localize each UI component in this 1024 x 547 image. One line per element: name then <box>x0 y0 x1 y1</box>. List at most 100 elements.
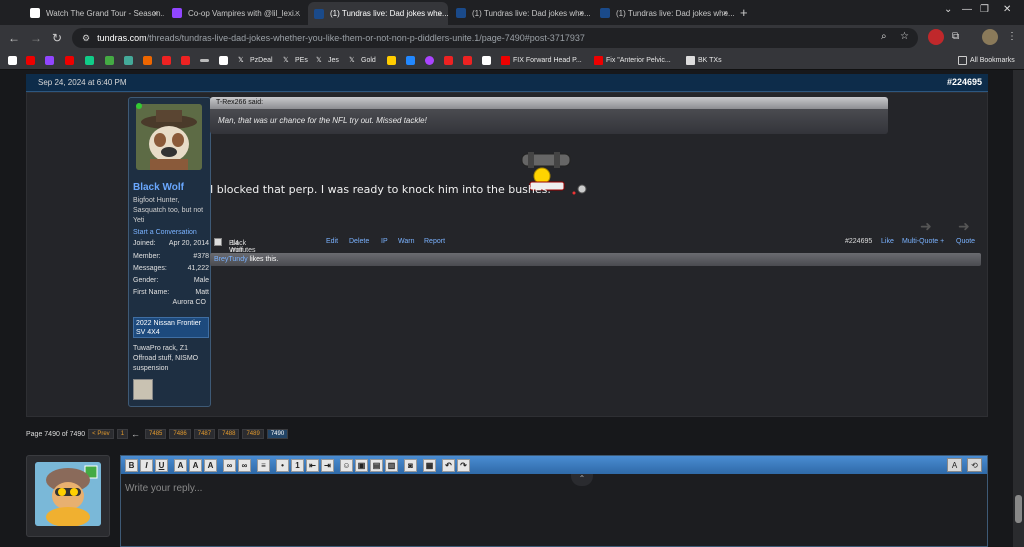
page-link[interactable]: 7485 <box>145 429 167 439</box>
like-link[interactable]: Like <box>881 238 894 245</box>
bookmark-icon[interactable] <box>124 56 133 65</box>
bookmark-icon[interactable] <box>181 56 190 65</box>
extensions-puzzle-icon[interactable]: ⧉ <box>952 31 959 42</box>
bookmark-icon[interactable] <box>444 56 453 65</box>
maximize-icon[interactable]: ❐ <box>980 4 989 15</box>
collapse-chevron-icon[interactable]: ⌃ <box>571 474 593 486</box>
bookmark-gold[interactable]: 𝕏 Gold <box>349 54 376 67</box>
remove-formatting-button[interactable]: A <box>947 458 962 472</box>
tab-search-icon[interactable]: ⌄ <box>944 4 952 15</box>
smilies-button[interactable]: ☺ <box>340 458 353 472</box>
extension-icon[interactable] <box>928 29 944 45</box>
reload-icon[interactable]: ↻ <box>52 31 62 45</box>
tab-close-icon[interactable]: × <box>437 9 442 19</box>
reply-textarea[interactable]: Write your reply... ⌃ <box>121 474 987 546</box>
multi-quote-link[interactable]: Multi-Quote + <box>902 238 944 245</box>
tab-tundras-active[interactable]: (1) Tundras live: Dad jokes whe... × <box>308 2 448 25</box>
minimize-icon[interactable]: — <box>962 4 972 15</box>
tab-twitch[interactable]: Co-op Vampires with @lil_lexi... × <box>166 3 306 23</box>
youtube-icon[interactable] <box>65 56 74 65</box>
menu-icon[interactable]: ⋮ <box>1007 31 1017 42</box>
page-link[interactable]: 7487 <box>193 429 216 439</box>
tab-close-icon[interactable]: × <box>723 8 728 18</box>
undo-button[interactable]: ↶ <box>442 458 455 472</box>
youtube-icon[interactable] <box>26 56 35 65</box>
bookmark-fix-anterior-pelvic[interactable]: Fix "Anterior Pelvic... <box>594 54 671 67</box>
bookmark-icon[interactable] <box>387 56 396 65</box>
bookmark-icon[interactable] <box>105 56 114 65</box>
bookmark-icon[interactable] <box>162 56 171 65</box>
page-jump-arrow-icon[interactable]: ← <box>131 429 140 439</box>
prev-page-button[interactable]: < Prev <box>88 429 114 439</box>
font-family-button[interactable]: A <box>204 458 217 472</box>
draft-button[interactable]: ▦ <box>423 458 436 472</box>
link-button[interactable]: ∞ <box>223 458 236 472</box>
bookmark-pzdeal[interactable]: 𝕏 PzDeal <box>238 54 273 67</box>
edit-link[interactable]: Edit <box>326 238 338 245</box>
media-button[interactable]: ▤ <box>370 458 383 472</box>
bookmark-pes[interactable]: 𝕏 PEs <box>283 54 308 67</box>
select-post-checkbox[interactable] <box>214 238 222 246</box>
redo-button[interactable]: ↷ <box>457 458 470 472</box>
tab-close-icon[interactable]: × <box>295 8 300 18</box>
tab-tundras-2[interactable]: (1) Tundras live: Dad jokes whe... × <box>450 3 590 23</box>
image-button[interactable]: ▣ <box>355 458 368 472</box>
align-button[interactable]: ≡ <box>257 458 270 472</box>
bookmark-icon[interactable] <box>463 56 472 65</box>
tab-grand-tour[interactable]: Watch The Grand Tour - Season... × <box>24 3 164 23</box>
unlink-button[interactable]: ∞ <box>238 458 251 472</box>
italic-button[interactable]: I <box>140 458 153 472</box>
warn-link[interactable]: Warn <box>398 238 414 245</box>
bookmark-fix-forward-head[interactable]: FIX Forward Head P... <box>501 54 582 67</box>
zoom-icon[interactable]: ⌕ <box>881 31 887 42</box>
outdent-button[interactable]: ⇤ <box>306 458 319 472</box>
tab-close-icon[interactable]: × <box>153 8 158 18</box>
all-bookmarks[interactable]: All Bookmarks <box>958 54 1015 67</box>
avatar[interactable] <box>35 462 101 526</box>
amazon-icon[interactable] <box>482 56 491 65</box>
font-size-button[interactable]: A <box>189 458 202 472</box>
site-info-icon[interactable]: ⚙ <box>82 33 90 44</box>
bookmark-icon[interactable] <box>85 56 94 65</box>
back-icon[interactable]: ← <box>8 31 20 45</box>
delete-link[interactable]: Delete <box>349 238 369 245</box>
next-post-arrow-icon[interactable]: ➜ <box>958 218 970 235</box>
prev-post-arrow-icon[interactable]: ➜ <box>920 218 932 235</box>
report-link[interactable]: Report <box>424 238 445 245</box>
close-window-icon[interactable]: ✕ <box>1003 4 1011 15</box>
quote-link[interactable]: Quote <box>956 238 975 245</box>
username[interactable]: Black Wolf <box>133 182 184 193</box>
bookmark-icon[interactable] <box>200 59 209 62</box>
trophy-badge-icon[interactable] <box>133 379 153 400</box>
text-color-button[interactable]: A <box>174 458 187 472</box>
underline-button[interactable]: U <box>155 458 168 472</box>
bookmark-jes[interactable]: 𝕏 Jes <box>316 54 339 67</box>
post-number[interactable]: #224695 <box>947 77 982 87</box>
page-scrollbar[interactable] <box>1013 70 1024 547</box>
toggle-bbcode-button[interactable]: ⟲ <box>967 458 982 472</box>
new-tab-button[interactable]: + <box>740 5 748 20</box>
tab-tundras-3[interactable]: (1) Tundras live: Dad jokes whe... × <box>594 3 734 23</box>
bookmark-icon[interactable] <box>8 56 17 65</box>
profile-avatar[interactable] <box>982 29 998 45</box>
twitch-icon[interactable] <box>45 56 54 65</box>
numbered-list-button[interactable]: 1 <box>291 458 304 472</box>
bookmark-icon[interactable] <box>143 56 152 65</box>
tab-close-icon[interactable]: × <box>579 8 584 18</box>
bold-button[interactable]: B <box>125 458 138 472</box>
bookmark-icon[interactable] <box>425 56 434 65</box>
quote-author[interactable]: T-Rex266 said: <box>210 97 888 109</box>
footer-post-number[interactable]: #224695 <box>845 238 872 245</box>
camera-button[interactable]: ◙ <box>404 458 417 472</box>
start-conversation-link[interactable]: Start a Conversation <box>133 229 197 236</box>
insert-button[interactable]: ▥ <box>385 458 398 472</box>
forward-icon[interactable]: → <box>30 31 42 45</box>
address-bar[interactable]: ⚙ tundras.com/threads/tundras-live-dad-j… <box>72 28 918 48</box>
page-link[interactable]: 7486 <box>169 429 191 439</box>
avatar[interactable] <box>136 104 202 170</box>
bookmark-star-icon[interactable]: ☆ <box>900 31 909 42</box>
page-link-1[interactable]: 1 <box>116 429 129 439</box>
ip-link[interactable]: IP <box>381 238 388 245</box>
current-page[interactable]: 7490 <box>266 429 289 439</box>
indent-button[interactable]: ⇥ <box>321 458 334 472</box>
